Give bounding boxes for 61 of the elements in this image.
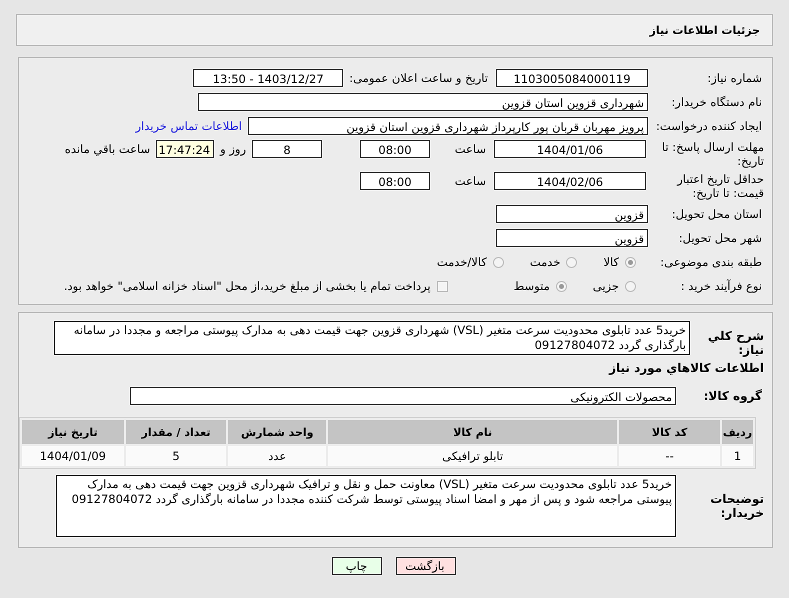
field-label: نوع فرآیند خرید : bbox=[680, 279, 763, 293]
field-label: مهلت ارسال پاسخ: تا تاریخ: bbox=[660, 140, 765, 168]
field-label: ایجاد کننده درخواست: bbox=[655, 119, 763, 133]
time-label: ساعت bbox=[454, 173, 487, 190]
print-button[interactable]: چاپ bbox=[332, 557, 382, 575]
validity-time-field: 08:00 bbox=[360, 172, 430, 190]
table-cell: عدد bbox=[228, 446, 326, 466]
validity-date-field: 1404/02/06 bbox=[494, 172, 646, 190]
city-field: قزوین bbox=[496, 229, 648, 247]
need-number-field: 1103005084000119 bbox=[496, 69, 648, 87]
field-label: تاریخ و ساعت اعلان عمومی: bbox=[349, 71, 488, 85]
field-label: شرح کلي نياز: bbox=[706, 328, 765, 357]
field-label: شهر محل تحویل: bbox=[678, 231, 763, 245]
province-field: قزوین bbox=[496, 205, 648, 223]
deadline-date-field: 1404/01/06 bbox=[494, 140, 646, 158]
radio-label: کالا bbox=[603, 255, 619, 269]
requester-field: پرویز مهربان قربان پور کارپرداز شهرداری قزوین استان قزوین bbox=[248, 117, 648, 135]
goods-group-field: محصولات الکترونیکی bbox=[130, 387, 676, 405]
remaining-label: ساعت باقي مانده bbox=[64, 141, 150, 158]
column-header: نام کالا bbox=[328, 420, 618, 444]
field-label: شماره نیاز: bbox=[706, 71, 763, 85]
radio-button[interactable] bbox=[625, 280, 636, 292]
back-button[interactable]: بازگشت bbox=[396, 557, 456, 575]
table-cell: تابلو ترافیکی bbox=[328, 446, 618, 466]
column-header: تعداد / مقدار bbox=[126, 420, 226, 444]
field-label: نام دستگاه خریدار: bbox=[670, 95, 763, 109]
radio-label: جزیی bbox=[592, 279, 619, 293]
radio-label: متوسط bbox=[514, 279, 550, 293]
remaining-time-field: 17:47:24 bbox=[156, 140, 214, 158]
announce-date-field: 1403/12/27 - 13:50 bbox=[193, 69, 344, 87]
radio-label: خدمت bbox=[530, 255, 560, 269]
radio-label: کالا/خدمت bbox=[436, 255, 487, 269]
table-cell: -- bbox=[619, 446, 720, 466]
time-label: ساعت bbox=[454, 141, 487, 158]
field-label: حداقل تاریخ اعتبار قیمت: تا تاریخ: bbox=[676, 172, 765, 200]
deadline-time-field: 08:00 bbox=[360, 140, 430, 158]
days-label: روز و bbox=[220, 141, 246, 158]
checkbox[interactable] bbox=[436, 280, 448, 292]
column-header: ردیف bbox=[722, 420, 753, 444]
table-cell: 1 bbox=[722, 446, 753, 466]
column-header: واحد شمارش bbox=[228, 420, 326, 444]
radio-button[interactable] bbox=[625, 256, 636, 268]
table-cell: 1404/01/09 bbox=[22, 446, 124, 466]
table-cell: 5 bbox=[126, 446, 226, 466]
column-header: تاریخ نیاز bbox=[22, 420, 124, 444]
field-label: استان محل تحویل: bbox=[670, 207, 763, 221]
radio-button[interactable] bbox=[566, 256, 578, 268]
column-header: کد کالا bbox=[619, 420, 720, 444]
description-textarea: خرید5 عدد تابلوی محدودیت سرعت متغیر (VSL) شهرداری قزوین جهت قیمت دهی به مدارک پیوستی مراجعه و مجددا در سامانه بارگذاری گردد 09127804072 bbox=[54, 321, 690, 355]
buyer-org-field: شهرداری قزوین استان قزوین bbox=[198, 93, 648, 111]
radio-button[interactable] bbox=[492, 256, 504, 268]
days-field: 8 bbox=[252, 140, 322, 158]
radio-button[interactable] bbox=[556, 280, 567, 292]
checkbox-label: پرداخت تمام یا بخشی از مبلغ خرید،از محل "اسناد خزانه اسلامی" خواهد بود. bbox=[64, 279, 431, 293]
field-label: طبقه بندی موضوعی: bbox=[659, 255, 763, 269]
section-title: اطلاعات کالاهاي مورد نياز bbox=[608, 360, 765, 375]
page-title: جزئیات اطلاعات نیاز bbox=[650, 24, 760, 36]
buyer-contact-link[interactable]: اطلاعات تماس خریدار bbox=[135, 119, 242, 133]
field-label: گروه کالا: bbox=[702, 389, 763, 403]
field-label: توضیحات خریدار: bbox=[709, 492, 765, 520]
buyer-notes-textarea: خرید5 عدد تابلوی محدودیت سرعت متغیر (VSL) معاونت حمل و نقل و ترافیک شهرداری قزوین جهت قیمت دهی به مدارک پیوستی مراجعه شود و پس از مهر و امضا اسناد پیوستی توسط شرکت کننده مجددا در سامانه بارگذاری گردد 09127804072 bbox=[56, 475, 676, 537]
